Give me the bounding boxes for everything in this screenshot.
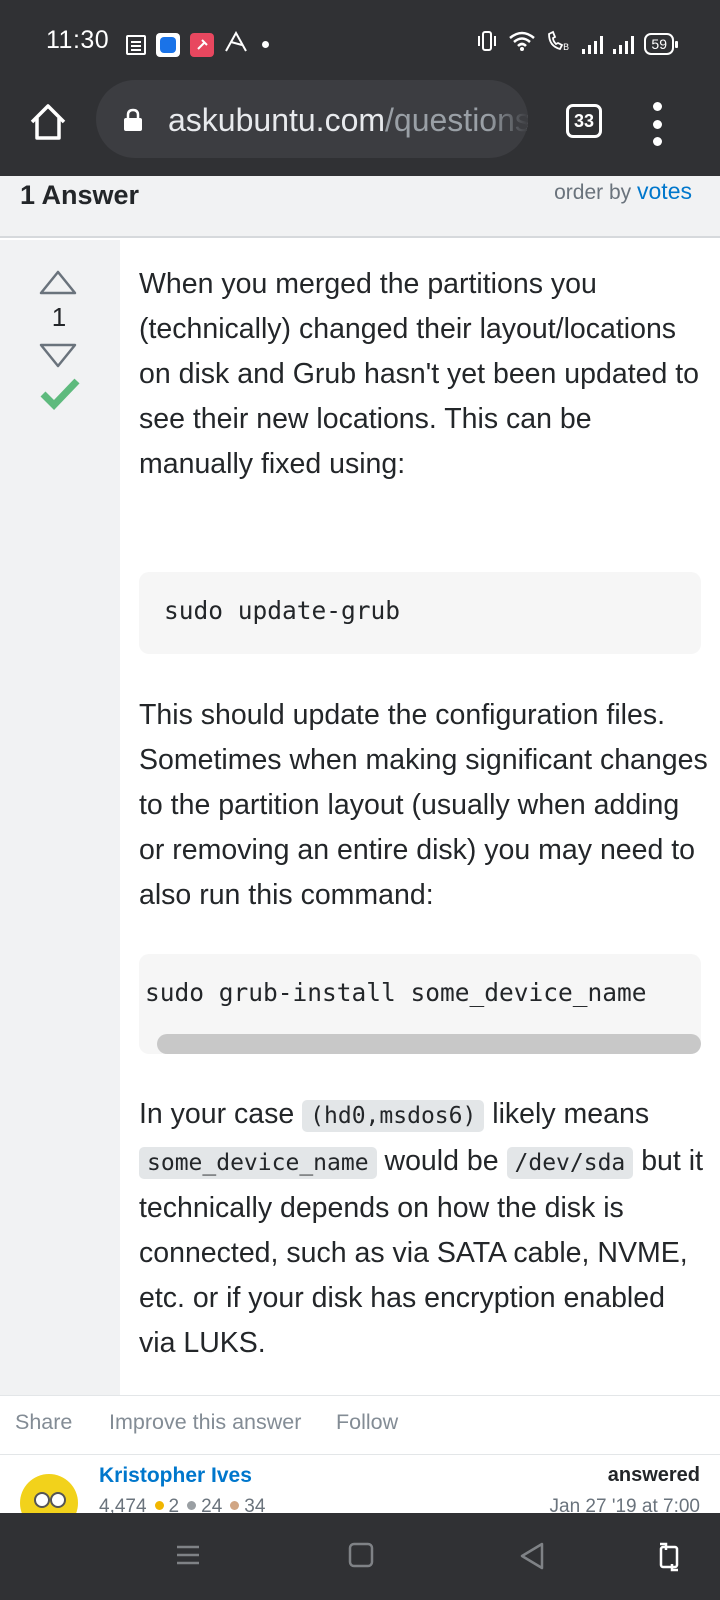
wifi-icon <box>508 30 536 57</box>
answer-paragraph-2: This should update the configuration fil… <box>139 699 708 911</box>
system-nav-bar <box>0 1513 720 1600</box>
back-icon[interactable] <box>518 1541 546 1571</box>
system-icons: B 59 <box>476 30 678 57</box>
code-scrollbar-thumb[interactable] <box>157 1034 701 1054</box>
app-arrow-icon <box>224 30 248 58</box>
inline-code: some_device_name <box>139 1147 377 1179</box>
answer-paragraph-3: In your case (hd0,msdos6) likely means s… <box>139 1092 709 1366</box>
signal-icon <box>582 34 604 54</box>
browser-toolbar: askubuntu.com/questions 33 <box>0 78 720 176</box>
answered-label: answered <box>607 1464 700 1486</box>
upvote-icon <box>39 270 77 295</box>
menu-dot <box>652 102 662 111</box>
user-name-link[interactable]: Kristopher Ives <box>99 1464 252 1488</box>
menu-dot <box>652 137 662 146</box>
downvote-button[interactable] <box>38 342 78 375</box>
app-blue-icon <box>156 32 180 57</box>
answer-paragraph-1: When you merged the partitions you (tech… <box>139 268 700 480</box>
post-menu: Share Improve this answer Follow <box>0 1395 720 1455</box>
app-red-icon <box>190 32 214 57</box>
user-card: Kristopher Ives 4,474 2 24 34 answered Jan … <box>0 1456 720 1514</box>
order-by: order by votes <box>554 178 692 205</box>
p3-mid1: likely means <box>492 1098 650 1130</box>
inline-code: (hd0,msdos6) <box>302 1100 485 1132</box>
url-fade <box>488 80 528 158</box>
home-icon <box>30 104 66 140</box>
news-icon <box>126 34 146 55</box>
home-square-icon[interactable] <box>348 1541 374 1569</box>
more-notifications-dot <box>262 41 269 48</box>
code-block-2-text: sudo grub-install some_device_name <box>145 978 647 1007</box>
user-reputation: 4,474 <box>99 1496 147 1514</box>
vibrate-icon <box>476 30 498 57</box>
answers-count: 1 Answer <box>20 180 140 210</box>
accepted-checkmark-icon <box>40 376 80 415</box>
p3-start: In your case <box>139 1098 295 1130</box>
code-block-1: sudo update-grub <box>139 572 701 654</box>
silver-badge-count: 24 <box>201 1496 223 1514</box>
p3-mid2: would be <box>384 1145 499 1177</box>
follow-link[interactable]: Follow <box>336 1410 398 1435</box>
silver-badge-icon <box>187 1501 197 1510</box>
wifi-call-icon: B <box>546 30 572 57</box>
svg-text:B: B <box>563 43 569 52</box>
upvote-button[interactable] <box>38 268 78 301</box>
url-text: askubuntu.com/questions <box>168 102 528 139</box>
gold-badge-icon <box>154 1501 164 1510</box>
lock-icon <box>124 108 142 131</box>
answered-date: Jan 27 '19 at 7:00 <box>549 1496 700 1514</box>
avatar[interactable] <box>20 1474 78 1514</box>
bronze-badge-icon <box>230 1501 240 1510</box>
status-time: 11:30 <box>46 26 110 54</box>
answers-header: 1 Answer order by votes <box>0 176 720 238</box>
vote-count: 1 <box>51 302 67 332</box>
notification-icons <box>126 30 269 58</box>
gold-badge-count: 2 <box>168 1496 180 1514</box>
inline-code: /dev/sda <box>506 1147 634 1179</box>
code-block-1-text: sudo update-grub <box>164 596 401 625</box>
signal-icon-2 <box>613 34 635 54</box>
url-bar[interactable]: askubuntu.com/questions <box>96 80 528 158</box>
rotate-screen-icon[interactable] <box>656 1541 682 1573</box>
user-stats: 4,474 2 24 34 <box>99 1496 265 1514</box>
bronze-badge-count: 34 <box>244 1496 266 1514</box>
improve-answer-link[interactable]: Improve this answer <box>109 1410 301 1435</box>
vote-column: 1 <box>0 240 120 1395</box>
recents-menu-icon[interactable] <box>174 1541 202 1569</box>
overflow-menu-button[interactable] <box>651 102 663 146</box>
order-by-label: order by <box>554 181 632 204</box>
battery-icon: 59 <box>644 32 678 55</box>
tab-switcher-button[interactable]: 33 <box>566 104 602 138</box>
code-scrollbar[interactable] <box>157 1034 701 1054</box>
downvote-icon <box>39 343 77 368</box>
code-block-2: sudo grub-install some_device_name <box>139 954 701 1054</box>
status-bar: 11:30 B 59 <box>0 0 720 78</box>
home-button[interactable] <box>26 100 70 144</box>
share-link[interactable]: Share <box>15 1410 72 1435</box>
url-host: askubuntu.com <box>168 102 386 138</box>
order-by-votes-link[interactable]: votes <box>637 178 692 204</box>
menu-dot <box>652 119 662 129</box>
